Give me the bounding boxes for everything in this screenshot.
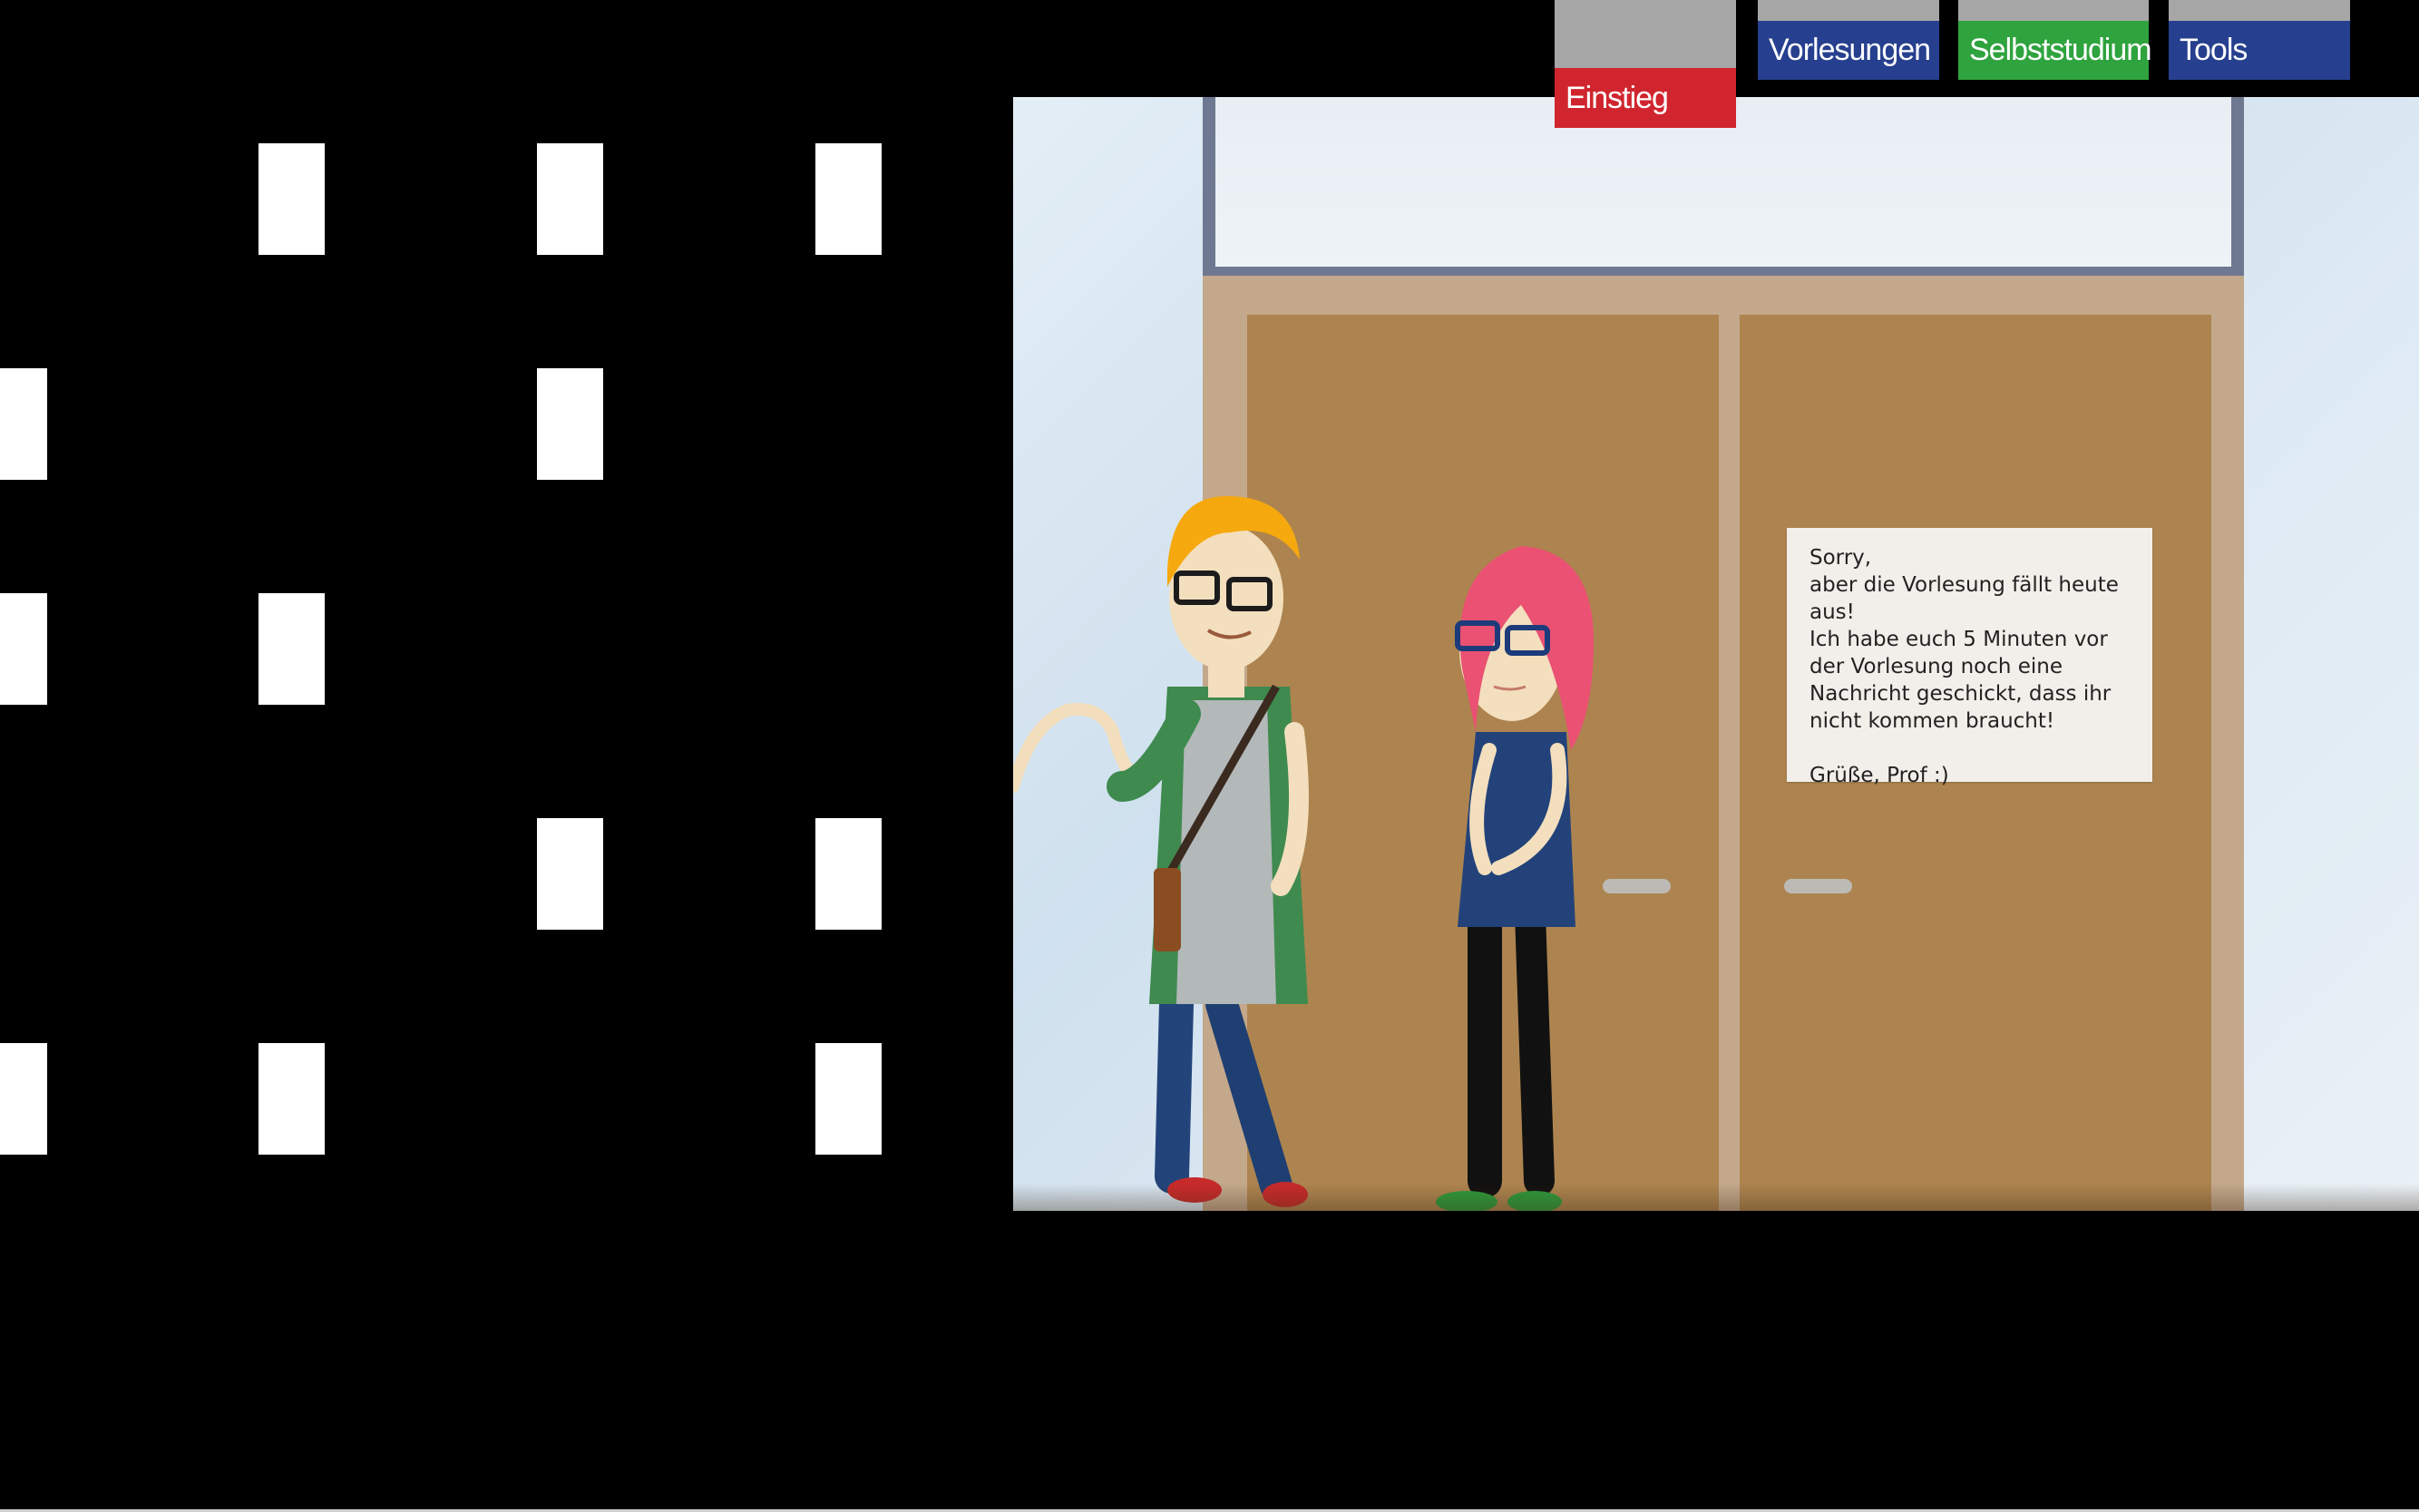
white-block bbox=[815, 143, 882, 255]
white-block bbox=[258, 593, 325, 705]
nav-tab-selbststudium[interactable]: Selbststudium bbox=[1958, 21, 2152, 80]
white-block bbox=[815, 1043, 882, 1155]
white-block bbox=[537, 818, 603, 930]
white-block bbox=[537, 143, 603, 255]
nav-tab-tools[interactable]: Tools bbox=[2169, 21, 2350, 80]
nav-tab-top-vorlesungen bbox=[1758, 0, 1939, 21]
white-block bbox=[0, 368, 47, 480]
characters-illustration bbox=[1013, 496, 1594, 1211]
white-block bbox=[258, 1043, 325, 1155]
nav-tab-einstieg[interactable]: Einstieg bbox=[1555, 68, 1736, 128]
nav-tab-top-einstieg bbox=[1555, 0, 1736, 68]
floor-shadow bbox=[1013, 1184, 2419, 1211]
nav-tab-top-tools bbox=[2169, 0, 2350, 21]
male-student-figure bbox=[1107, 496, 1309, 1207]
nav-tab-vorlesungen[interactable]: Vorlesungen bbox=[1758, 21, 1939, 80]
white-block bbox=[0, 1043, 47, 1155]
white-block bbox=[537, 368, 603, 480]
white-block bbox=[0, 593, 47, 705]
comic-scene: Sorry, aber die Vorlesung fällt heute au… bbox=[1013, 97, 2419, 1211]
nav-tab-top-selbststudium bbox=[1958, 0, 2149, 21]
white-block bbox=[815, 818, 882, 930]
female-student-figure bbox=[1436, 546, 1594, 1211]
white-block bbox=[258, 143, 325, 255]
